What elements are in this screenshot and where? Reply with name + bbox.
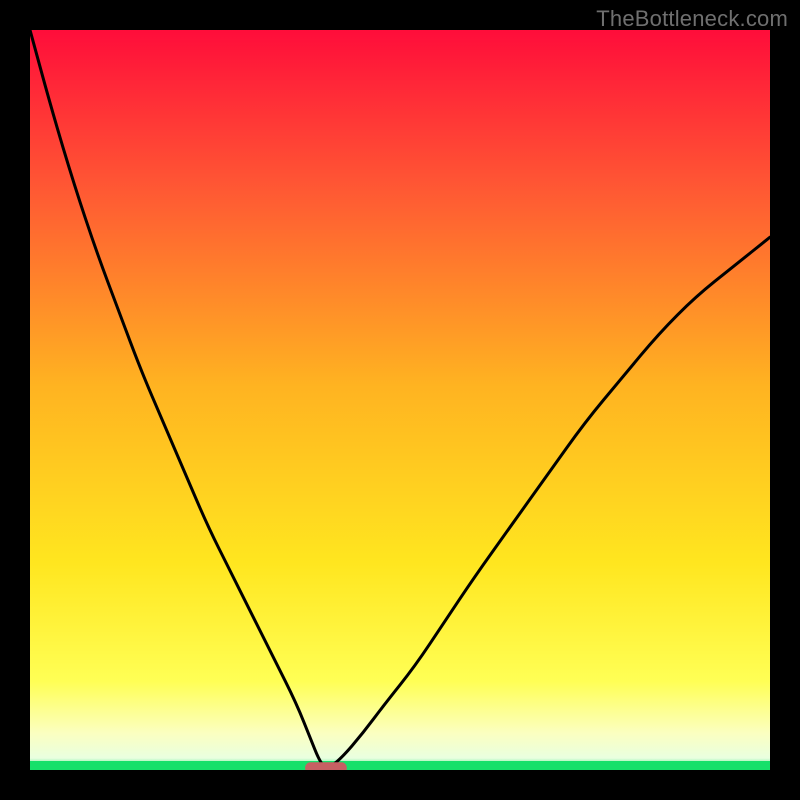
minimum-marker [306, 763, 347, 770]
gradient-background [30, 30, 770, 770]
chart-frame [30, 30, 770, 770]
watermark-text: TheBottleneck.com [596, 6, 788, 32]
green-baseline-band [30, 761, 770, 770]
bottleneck-chart [30, 30, 770, 770]
